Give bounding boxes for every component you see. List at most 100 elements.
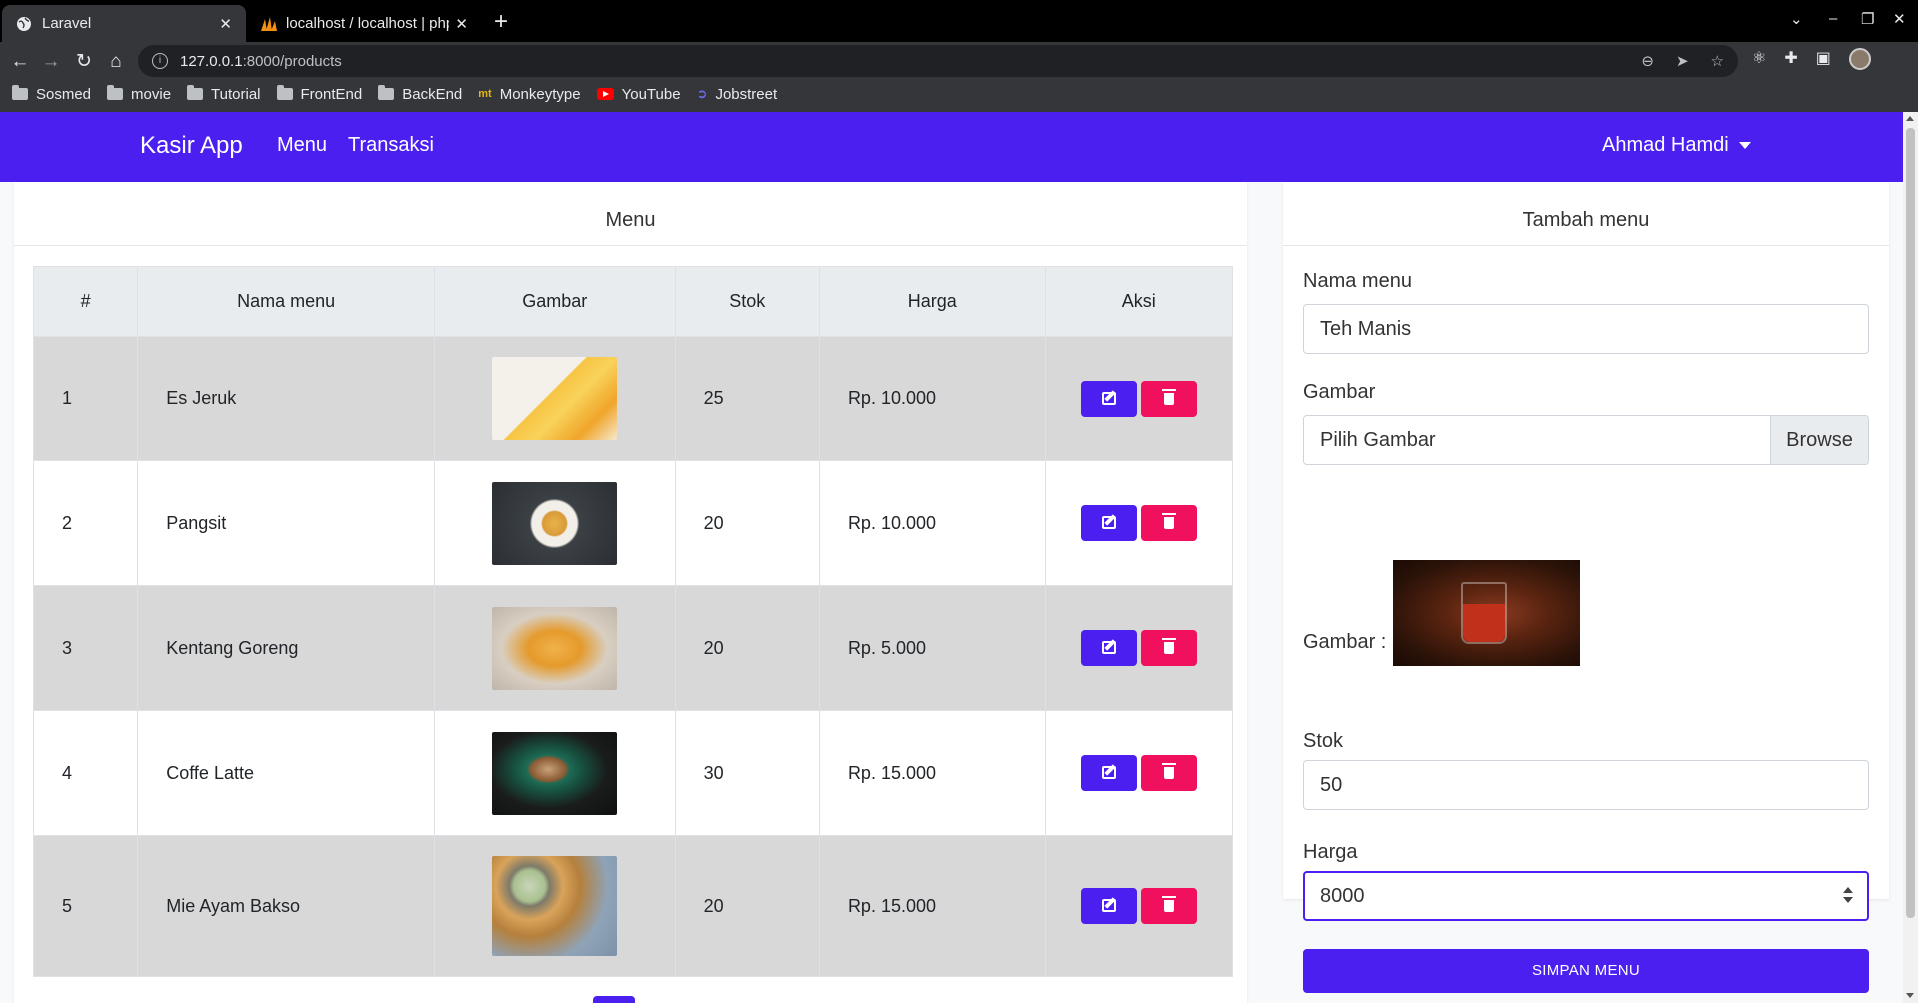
column-header: Nama menu bbox=[137, 266, 435, 337]
nama-menu-input[interactable]: Teh Manis bbox=[1303, 304, 1869, 354]
delete-button[interactable] bbox=[1140, 755, 1197, 791]
add-menu-card-title: Tambah menu bbox=[1283, 182, 1889, 246]
nama-menu-label: Nama menu bbox=[1303, 270, 1412, 292]
bookmark-frontend[interactable]: FrontEnd bbox=[276, 85, 362, 103]
bookmarks-bar: Sosmed movie Tutorial FrontEnd BackEnd m… bbox=[0, 79, 777, 109]
stok-label: Stok bbox=[1303, 730, 1344, 752]
profile-avatar[interactable] bbox=[1848, 48, 1871, 70]
extensions-puzzle-icon[interactable]: ✚ bbox=[1784, 48, 1797, 70]
edit-icon bbox=[1101, 641, 1116, 654]
browser-tab-bar: Laravel ✕ localhost / localhost | phpMyA… bbox=[0, 0, 1918, 42]
stok-input[interactable]: 50 bbox=[1303, 760, 1869, 810]
close-icon[interactable]: ✕ bbox=[219, 15, 232, 33]
extension-react-icon[interactable]: ⚛ bbox=[1752, 48, 1766, 70]
harga-input[interactable]: 8000 bbox=[1303, 871, 1869, 921]
table-row: 2 Pangsit 20 Rp. 10.000 bbox=[32, 460, 1233, 586]
nav-transaksi-link[interactable]: Transaksi bbox=[348, 134, 434, 157]
reload-icon[interactable]: ↻ bbox=[70, 48, 98, 76]
column-header: Gambar bbox=[433, 266, 676, 337]
number-spinner-icon[interactable] bbox=[1843, 887, 1853, 905]
scrollbar-thumb[interactable] bbox=[1906, 128, 1915, 918]
tab-phpmyadmin[interactable]: localhost / localhost | phpMyAdmin ✕ bbox=[246, 5, 482, 42]
star-icon[interactable]: ☆ bbox=[1711, 52, 1724, 70]
restore-icon[interactable]: ❐ bbox=[1861, 10, 1874, 28]
menu-table: # Nama menu Gambar Stok Harga Aksi 1 Es … bbox=[32, 266, 1233, 977]
cell-name: Es Jeruk bbox=[137, 336, 435, 461]
jobstreet-icon: ➲ bbox=[696, 86, 708, 101]
edit-button[interactable] bbox=[1080, 888, 1137, 924]
column-header: Aksi bbox=[1044, 266, 1233, 337]
gambar-label: Gambar bbox=[1303, 381, 1376, 403]
page-scrollbar[interactable] bbox=[1903, 112, 1918, 1003]
brand-logo[interactable]: Kasir App bbox=[140, 132, 243, 160]
delete-button[interactable] bbox=[1140, 630, 1197, 666]
dumplings-image bbox=[492, 481, 618, 565]
delete-button[interactable] bbox=[1140, 505, 1197, 541]
pagination-active-page[interactable] bbox=[593, 996, 635, 1003]
delete-button[interactable] bbox=[1140, 380, 1197, 417]
scroll-down-icon[interactable] bbox=[1906, 993, 1914, 998]
cell-name: Mie Ayam Bakso bbox=[137, 835, 435, 977]
side-panel-icon[interactable]: ▣ bbox=[1816, 48, 1831, 70]
cell-stok: 20 bbox=[674, 835, 820, 977]
edit-button[interactable] bbox=[1080, 380, 1137, 417]
menu-card-title: Menu bbox=[14, 182, 1247, 246]
harga-value: 8000 bbox=[1320, 885, 1365, 907]
minimize-icon[interactable]: – bbox=[1829, 10, 1837, 27]
bookmark-sosmed[interactable]: Sosmed bbox=[12, 85, 91, 103]
caret-down-icon bbox=[1738, 142, 1751, 150]
zoom-icon[interactable]: ⊖ bbox=[1641, 52, 1654, 70]
send-icon[interactable]: ➤ bbox=[1676, 52, 1689, 70]
user-name: Ahmad Hamdi bbox=[1602, 134, 1729, 156]
gambar-preview-label: Gambar : bbox=[1303, 631, 1387, 653]
home-icon[interactable]: ⌂ bbox=[102, 48, 130, 76]
forward-icon[interactable]: → bbox=[37, 48, 65, 76]
table-header-row: # Nama menu Gambar Stok Harga Aksi bbox=[32, 266, 1233, 337]
noodle-bowl-image bbox=[492, 856, 618, 956]
simpan-menu-button[interactable]: SIMPAN MENU bbox=[1303, 949, 1869, 993]
table-row: 1 Es Jeruk 25 Rp. 10.000 bbox=[32, 336, 1233, 461]
folder-icon bbox=[378, 85, 395, 100]
cell-harga: Rp. 10.000 bbox=[818, 460, 1046, 586]
edit-button[interactable] bbox=[1080, 505, 1137, 541]
bookmark-monkeytype[interactable]: mt Monkeytype bbox=[478, 86, 580, 103]
bookmark-movie[interactable]: movie bbox=[107, 85, 171, 103]
close-window-icon[interactable]: ✕ bbox=[1893, 10, 1906, 28]
bookmark-backend[interactable]: BackEnd bbox=[378, 85, 462, 103]
add-menu-card: Tambah menu Nama menu Teh Manis Gambar P… bbox=[1283, 182, 1889, 993]
tab-search-icon[interactable]: ⌄ bbox=[1790, 10, 1803, 28]
address-bar[interactable]: i 127.0.0.1:8000/products ⊖ ➤ ☆ bbox=[138, 45, 1738, 77]
table-row: 3 Kentang Goreng 20 Rp. 5.000 bbox=[32, 585, 1233, 711]
cell-name: Pangsit bbox=[137, 460, 435, 586]
cell-no: 3 bbox=[32, 585, 139, 711]
bookmark-jobstreet[interactable]: ➲ Jobstreet bbox=[697, 86, 778, 103]
edit-button[interactable] bbox=[1080, 755, 1137, 791]
cell-stok: 20 bbox=[674, 585, 820, 711]
browse-button[interactable]: Browse bbox=[1770, 416, 1868, 464]
gambar-file-input[interactable]: Pilih Gambar Browse bbox=[1303, 415, 1869, 465]
cell-stok: 25 bbox=[674, 336, 820, 461]
cell-harga: Rp. 5.000 bbox=[818, 585, 1046, 711]
edit-icon bbox=[1101, 516, 1116, 529]
back-icon[interactable]: ← bbox=[6, 48, 34, 76]
folder-icon bbox=[107, 85, 124, 100]
edit-button[interactable] bbox=[1080, 630, 1137, 666]
user-dropdown[interactable]: Ahmad Hamdi bbox=[1602, 134, 1751, 157]
delete-button[interactable] bbox=[1140, 888, 1197, 924]
bookmark-youtube[interactable]: YouTube bbox=[596, 86, 681, 103]
new-tab-icon[interactable]: + bbox=[494, 8, 508, 36]
site-info-icon[interactable]: i bbox=[152, 53, 168, 69]
folder-icon bbox=[276, 85, 293, 100]
youtube-icon bbox=[596, 88, 614, 100]
bookmark-tutorial[interactable]: Tutorial bbox=[187, 85, 261, 103]
scroll-up-icon[interactable] bbox=[1906, 116, 1914, 121]
nav-menu-link[interactable]: Menu bbox=[277, 134, 327, 157]
tab-laravel[interactable]: Laravel ✕ bbox=[2, 5, 246, 42]
orange-juice-image bbox=[492, 357, 618, 440]
close-icon[interactable]: ✕ bbox=[455, 15, 468, 33]
cell-harga: Rp. 15.000 bbox=[818, 835, 1046, 977]
tab-title: Laravel bbox=[42, 15, 92, 32]
edit-icon bbox=[1101, 899, 1116, 912]
folder-icon bbox=[187, 85, 204, 100]
cell-name: Coffe Latte bbox=[137, 710, 435, 836]
